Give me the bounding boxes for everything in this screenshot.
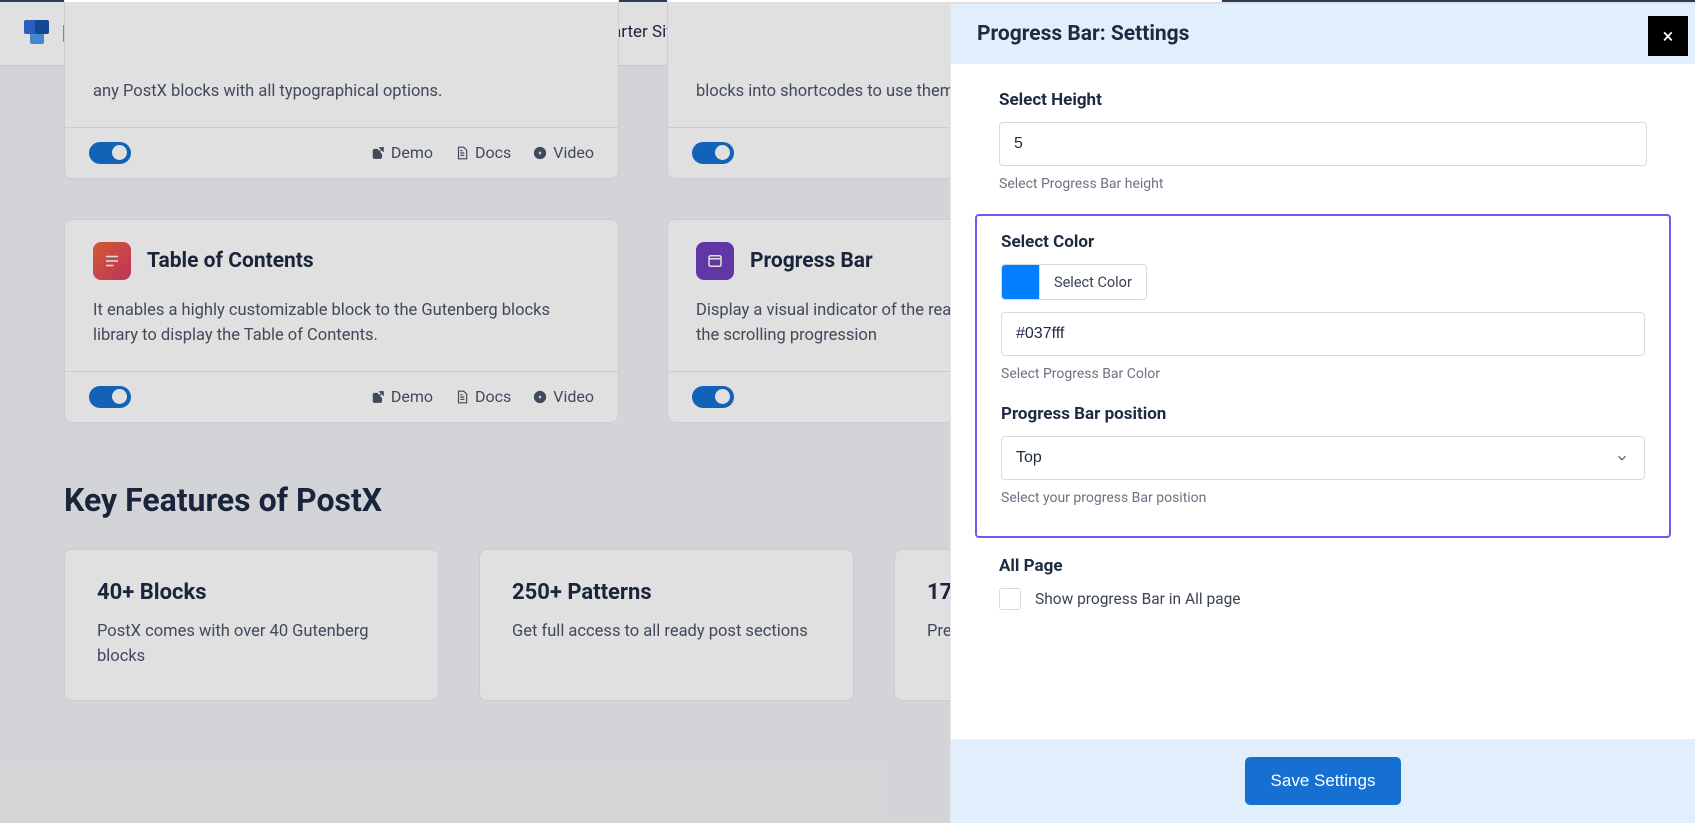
close-button[interactable]: × xyxy=(1648,16,1688,56)
color-helper: Select Progress Bar Color xyxy=(1001,366,1645,382)
panel-header: Progress Bar: Settings × xyxy=(951,4,1695,64)
panel-title: Progress Bar: Settings xyxy=(977,22,1189,46)
highlighted-section: Select Color Select Color Select Progres… xyxy=(975,214,1671,538)
select-color-button[interactable]: Select Color xyxy=(1039,264,1147,300)
color-value-input[interactable] xyxy=(1001,312,1645,356)
color-label: Select Color xyxy=(1001,232,1645,252)
panel-body: Select Height Select Progress Bar height… xyxy=(951,64,1695,739)
allpage-checkbox[interactable] xyxy=(999,588,1021,610)
position-select[interactable] xyxy=(1001,436,1645,480)
height-input[interactable] xyxy=(999,122,1647,166)
panel-footer: Save Settings xyxy=(951,739,1695,823)
position-helper: Select your progress Bar position xyxy=(1001,490,1645,506)
settings-panel: Progress Bar: Settings × Select Height S… xyxy=(950,4,1695,823)
position-label: Progress Bar position xyxy=(1001,404,1645,424)
height-helper: Select Progress Bar height xyxy=(999,176,1647,192)
height-label: Select Height xyxy=(999,90,1647,110)
allpage-checkbox-label: Show progress Bar in All page xyxy=(1035,590,1241,608)
allpage-label: All Page xyxy=(999,556,1647,576)
color-swatch[interactable] xyxy=(1001,264,1039,300)
save-settings-button[interactable]: Save Settings xyxy=(1245,757,1402,805)
